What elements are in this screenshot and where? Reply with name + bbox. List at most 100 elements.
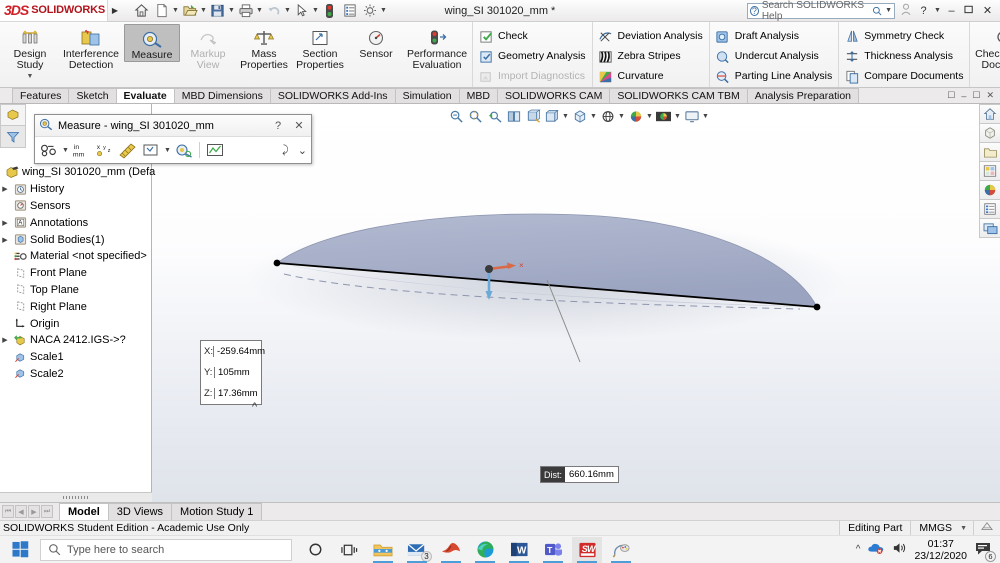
tab-mbd[interactable]: MBD	[459, 88, 498, 103]
chevron-down-icon[interactable]: ▼	[885, 7, 892, 14]
menu-expand-arrow-icon[interactable]: ▶	[108, 6, 122, 15]
tab-analysis-preparation[interactable]: Analysis Preparation	[747, 88, 859, 103]
tree-item-scale1[interactable]: Scale1	[0, 349, 152, 366]
geometry-analysis-item[interactable]: Geometry Analysis	[478, 47, 586, 65]
chevron-up-icon[interactable]: ^	[856, 544, 861, 555]
chevron-down-icon[interactable]: ▼	[200, 7, 207, 14]
zebra-stripes-item[interactable]: Zebra Stripes	[598, 47, 703, 65]
restore-button[interactable]	[962, 4, 977, 17]
feature-manager-splitter[interactable]	[0, 492, 152, 502]
chevron-down-icon[interactable]: ▼	[256, 7, 263, 14]
check-item[interactable]: Check	[478, 27, 586, 45]
help-button[interactable]: ?	[916, 5, 931, 17]
tree-item-right-plane[interactable]: Right Plane	[0, 298, 152, 315]
teams-icon[interactable]: T	[538, 537, 568, 563]
task-view-icon[interactable]	[334, 537, 364, 563]
taskbar-clock[interactable]: 01:37 23/12/2020	[914, 538, 967, 562]
next-tab-button[interactable]: ▶	[28, 505, 40, 518]
search-help-box[interactable]: ? Search SOLIDWORKS Help ▼	[747, 3, 895, 19]
units-precision-icon[interactable]: inmm	[72, 140, 92, 160]
tab-solidworks-cam[interactable]: SOLIDWORKS CAM	[497, 88, 610, 103]
tab-simulation[interactable]: Simulation	[395, 88, 460, 103]
tree-item-solid-bodies[interactable]: ▶ Solid Bodies(1)	[0, 231, 152, 248]
print-icon[interactable]	[236, 1, 255, 20]
tolerance-icon[interactable]	[973, 521, 1000, 536]
file-explorer-icon[interactable]	[368, 537, 398, 563]
pin-icon[interactable]: ⤸	[282, 144, 289, 157]
view-palette-icon[interactable]	[979, 161, 1000, 181]
tree-item-material[interactable]: Material <not specified>	[0, 248, 152, 265]
expand-arrow-icon[interactable]: ▶	[0, 185, 10, 193]
tree-item-sensors[interactable]: Sensors	[0, 198, 152, 215]
design-study-button[interactable]: Design Study ▼	[2, 24, 58, 82]
projected-on-icon[interactable]	[118, 140, 138, 160]
close-button[interactable]: ✕	[980, 4, 995, 17]
chevron-down-icon[interactable]: ▼	[960, 525, 973, 532]
tab-features[interactable]: Features	[12, 88, 69, 103]
cortana-icon[interactable]	[300, 537, 330, 563]
new-document-icon[interactable]	[152, 1, 171, 20]
bottom-tab-motion-study[interactable]: Motion Study 1	[171, 503, 262, 520]
microsoft-edge-icon[interactable]	[470, 537, 500, 563]
undo-icon[interactable]	[264, 1, 283, 20]
windows-start-icon[interactable]	[0, 536, 40, 563]
last-tab-button[interactable]: ⏭	[41, 505, 53, 518]
undercut-analysis-item[interactable]: Undercut Analysis	[715, 47, 832, 65]
tab-solidworks-cam-tbm[interactable]: SOLIDWORKS CAM TBM	[609, 88, 747, 103]
minimize-button[interactable]: –	[944, 5, 959, 17]
volume-icon[interactable]	[892, 541, 907, 558]
thickness-analysis-item[interactable]: Thickness Analysis	[844, 47, 963, 65]
feature-manager-tab[interactable]	[0, 104, 26, 126]
taskbar-search-box[interactable]: Type here to search	[40, 539, 292, 561]
curvature-item[interactable]: Curvature	[598, 67, 703, 85]
sensor-button[interactable]: Sensor	[348, 24, 404, 60]
restore-pane-icon[interactable]: ☐	[972, 90, 980, 101]
measure-button[interactable]: Measure	[124, 24, 180, 62]
pin-icon[interactable]: ☐	[947, 90, 955, 101]
tree-item-naca-import[interactable]: ▶ NACA 2412.IGS->?	[0, 332, 152, 349]
import-diagnostics-item[interactable]: Import Diagnostics	[478, 67, 586, 85]
chevron-down-icon[interactable]: ▼	[228, 7, 235, 14]
options-list-icon[interactable]	[340, 1, 359, 20]
solidworks-logo[interactable]: 3DS SOLIDWORKS	[0, 0, 108, 22]
filter-tab[interactable]	[0, 126, 26, 148]
tab-solidworks-add-ins[interactable]: SOLIDWORKS Add-Ins	[270, 88, 396, 103]
chevron-down-icon[interactable]: ▼	[284, 7, 291, 14]
bottom-tab-3d-views[interactable]: 3D Views	[108, 503, 172, 520]
expand-arrow-icon[interactable]: ▶	[0, 336, 10, 344]
measure-dialog[interactable]: Measure - wing_SI 301020_mm ? ✕ ▼ inmm x…	[34, 114, 312, 164]
expand-arrow-icon[interactable]: ▶	[0, 236, 10, 244]
point-to-point-icon[interactable]	[174, 140, 194, 160]
tab-mbd-dimensions[interactable]: MBD Dimensions	[174, 88, 271, 103]
measure-close-button[interactable]: ✕	[291, 119, 307, 132]
chevron-down-icon[interactable]: ▼	[380, 7, 387, 14]
tree-item-scale2[interactable]: Scale2	[0, 366, 152, 383]
gear-icon[interactable]	[360, 1, 379, 20]
interference-detection-button[interactable]: Interference Detection	[58, 24, 124, 71]
chevron-down-icon[interactable]: ▼	[172, 7, 179, 14]
markup-view-button[interactable]: Markup View	[180, 24, 236, 71]
tree-item-part-root[interactable]: wing_SI 301020_mm (Defa	[0, 164, 152, 181]
appearances-scenes-icon[interactable]	[979, 180, 1000, 200]
chevron-down-icon[interactable]: ▼	[312, 7, 319, 14]
performance-evaluation-button[interactable]: Performance Evaluation	[404, 24, 470, 71]
3dexperience-marketplace-icon[interactable]	[979, 218, 1000, 238]
first-tab-button[interactable]: ⏮	[2, 505, 14, 518]
chevron-down-icon[interactable]: ⌄	[292, 144, 307, 157]
symmetry-check-item[interactable]: Symmetry Check	[844, 27, 963, 45]
rebuild-icon[interactable]	[320, 1, 339, 20]
xyz-callout-expand-icon[interactable]: ^	[252, 401, 257, 413]
bottom-tab-model[interactable]: Model	[59, 503, 109, 520]
chevron-down-icon[interactable]: ▼	[62, 147, 69, 154]
check-active-document-button[interactable]: Check Active Document ▼	[972, 24, 1000, 82]
chevron-down-icon[interactable]: ▼	[934, 7, 941, 14]
minimize-pane-icon[interactable]: –	[961, 91, 966, 101]
show-xyz-measurements-icon[interactable]	[205, 140, 225, 160]
file-explorer-icon[interactable]	[979, 142, 1000, 162]
custom-properties-icon[interactable]	[979, 199, 1000, 219]
arc-condition-icon[interactable]	[39, 140, 59, 160]
word-icon[interactable]: W	[504, 537, 534, 563]
tree-item-origin[interactable]: Origin	[0, 315, 152, 332]
tree-item-front-plane[interactable]: Front Plane	[0, 265, 152, 282]
close-pane-icon[interactable]: ✕	[986, 90, 994, 101]
